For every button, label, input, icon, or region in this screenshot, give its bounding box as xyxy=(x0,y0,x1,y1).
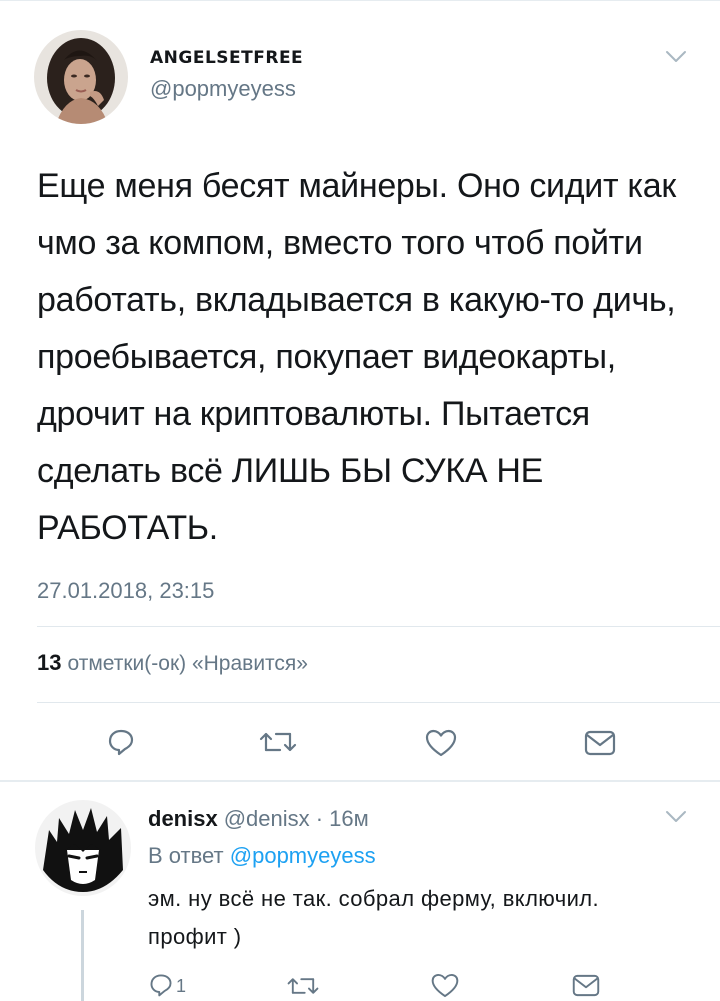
reply-header: denisx @denisx · 16м xyxy=(148,806,369,832)
message-icon[interactable] xyxy=(572,974,600,997)
top-divider xyxy=(0,0,720,1)
reply-to-mention[interactable]: @popmyeyess xyxy=(230,843,376,868)
likes-summary[interactable]: 13 отметки(-ок) «Нравится» xyxy=(37,650,308,676)
tweet-text: Еще меня бесят майнеры. Оно сидит как чм… xyxy=(37,167,676,547)
retweet-icon[interactable] xyxy=(286,974,320,998)
reply-text: эм. ну всё не так. собрал ферму, включил… xyxy=(148,886,600,949)
user-handle[interactable]: @popmyeyess xyxy=(150,76,296,102)
reply-display-name[interactable]: denisx xyxy=(148,806,218,831)
avatar[interactable] xyxy=(34,30,128,124)
reply-icon[interactable] xyxy=(148,972,174,998)
reply-handle-time: @denisx · 16м xyxy=(223,806,369,831)
likes-count: 13 xyxy=(37,650,62,675)
reply-to-prefix: В ответ xyxy=(148,843,224,868)
display-name[interactable]: ANGELSETFREE xyxy=(150,48,303,68)
divider xyxy=(0,780,720,782)
avatar[interactable] xyxy=(35,800,131,896)
likes-label: отметки(-ок) «Нравится» xyxy=(67,652,308,675)
reply-to-line: В ответ @popmyeyess xyxy=(148,843,376,869)
divider xyxy=(37,702,720,703)
reply-count: 1 xyxy=(176,976,187,996)
like-icon[interactable] xyxy=(424,728,458,758)
divider xyxy=(37,626,720,627)
thread-line xyxy=(81,910,84,1001)
like-icon[interactable] xyxy=(430,972,460,999)
reply-icon[interactable] xyxy=(106,727,136,757)
message-icon[interactable] xyxy=(584,730,616,756)
retweet-icon[interactable] xyxy=(258,728,298,756)
chevron-down-icon[interactable] xyxy=(664,48,688,66)
chevron-down-icon[interactable] xyxy=(664,808,688,826)
tweet-timestamp: 27.01.2018, 23:15 xyxy=(37,578,215,603)
